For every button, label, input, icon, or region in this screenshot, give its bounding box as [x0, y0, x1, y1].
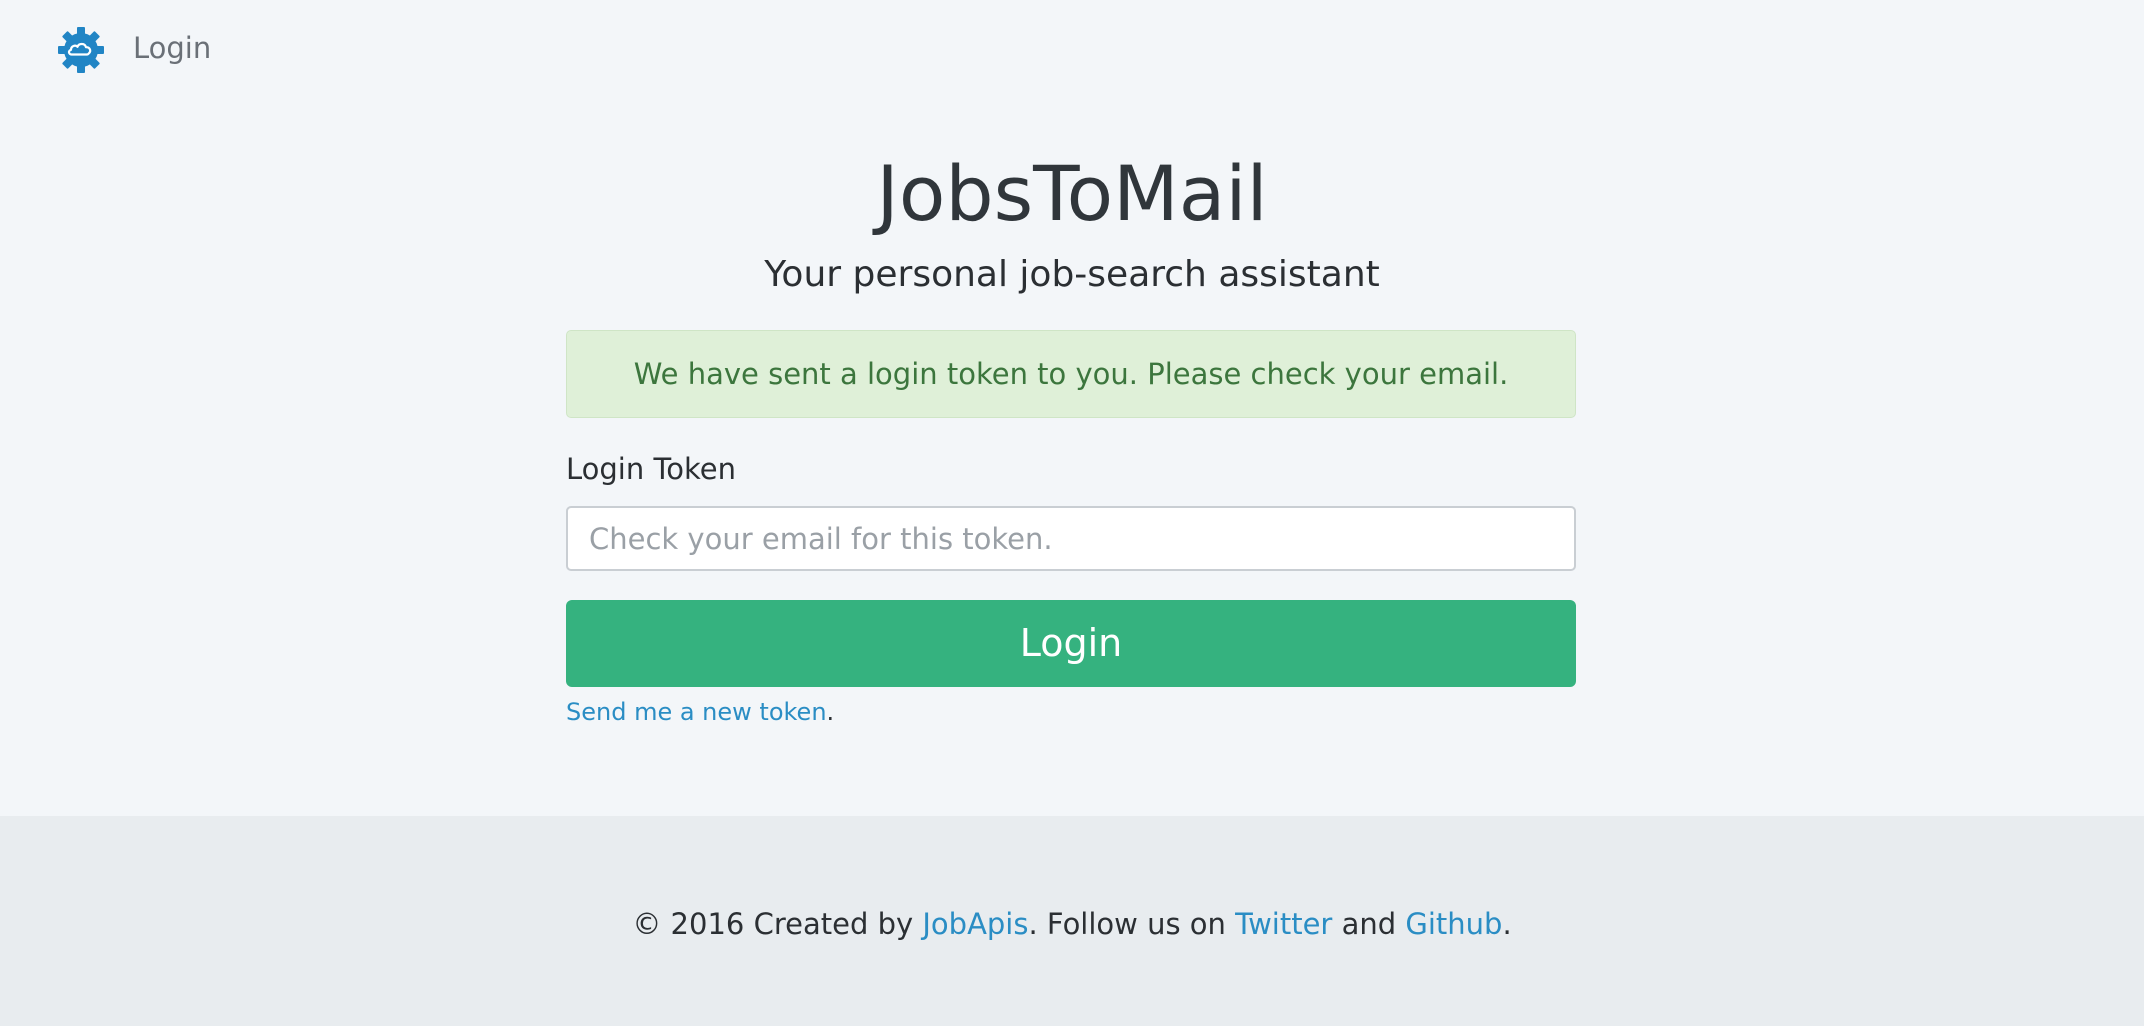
navbar: Login	[0, 0, 2144, 100]
send-new-token-link[interactable]: Send me a new token	[566, 698, 827, 726]
jobapis-link[interactable]: JobApis	[922, 907, 1028, 941]
login-token-input[interactable]	[566, 506, 1576, 571]
nav-login-link[interactable]: Login	[133, 28, 211, 68]
resend-token-line: Send me a new token.	[566, 696, 834, 728]
footer-end-text: .	[1502, 907, 1512, 941]
page-title: JobsToMail	[876, 149, 1268, 238]
resend-suffix: .	[826, 698, 835, 726]
footer-and-text: and	[1332, 907, 1406, 941]
github-link[interactable]: Github	[1405, 907, 1502, 941]
page: Login JobsToMail Your personal job-searc…	[0, 0, 2144, 1026]
footer-text: © 2016 Created by JobApis. Follow us on …	[0, 904, 2144, 944]
footer-copyright: © 2016 Created by	[632, 907, 923, 941]
page-subtitle: Your personal job-search assistant	[764, 254, 1380, 295]
login-token-label: Login Token	[566, 452, 736, 486]
success-alert: We have sent a login token to you. Pleas…	[566, 330, 1576, 418]
main-content: Login JobsToMail Your personal job-searc…	[0, 0, 2144, 816]
footer-follow-text: . Follow us on	[1028, 907, 1236, 941]
twitter-link[interactable]: Twitter	[1235, 907, 1332, 941]
gear-cloud-icon[interactable]	[56, 25, 106, 75]
login-button[interactable]: Login	[566, 600, 1576, 687]
